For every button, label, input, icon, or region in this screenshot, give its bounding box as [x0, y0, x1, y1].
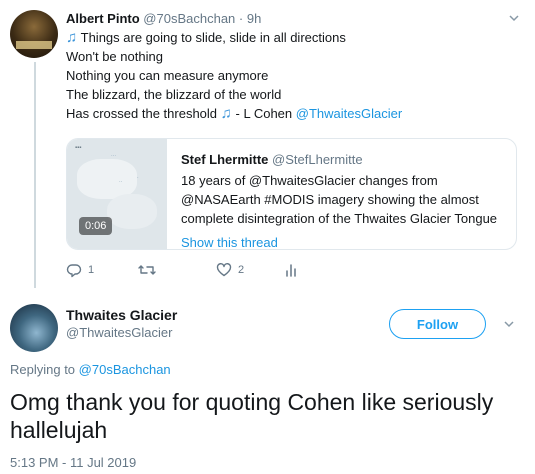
main-tweet-text: Omg thank you for quoting Cohen like ser… — [10, 389, 494, 443]
music-note-icon: ♫ — [220, 105, 232, 122]
lyric-line: Nothing you can measure anymore — [66, 68, 269, 83]
reply-button[interactable]: 1 — [66, 262, 94, 278]
chevron-down-icon[interactable] — [508, 12, 520, 27]
like-count: 2 — [238, 264, 245, 276]
follow-button[interactable]: Follow — [389, 309, 486, 339]
reply-count: 1 — [88, 264, 95, 276]
analytics-button[interactable] — [284, 262, 298, 278]
chevron-down-icon[interactable] — [503, 318, 515, 333]
quoted-tweet-text: 18 years of @ThwaitesGlacier changes fro… — [181, 173, 498, 226]
main-author-handle[interactable]: @ThwaitesGlacier — [66, 325, 172, 341]
avatar[interactable] — [10, 10, 58, 58]
parent-tweet-text: ♫ Things are going to slide, slide in al… — [66, 28, 506, 123]
video-duration-badge: 0:06 — [79, 217, 113, 235]
heart-icon — [216, 262, 232, 278]
music-note-icon: ♫ — [66, 29, 78, 46]
video-thumbnail[interactable]: ▪▪▪ ··· ·· · 0:06 — [67, 139, 167, 249]
lyric-line: Won't be nothing — [66, 49, 163, 64]
lyric-line: Things are going to slide, slide in all … — [80, 30, 346, 45]
thread-connector-line — [34, 62, 36, 288]
parent-author-name[interactable]: Albert Pinto — [66, 11, 140, 26]
replying-to: Replying to @70sBachchan — [10, 362, 171, 377]
quoted-tweet-card[interactable]: ▪▪▪ ··· ·· · 0:06 Stef Lhermitte @StefLh… — [66, 138, 517, 250]
mention-link[interactable]: @ThwaitesGlacier — [296, 106, 402, 121]
analytics-icon — [284, 262, 298, 278]
replying-prefix: Replying to — [10, 362, 76, 377]
parent-tweet-time[interactable]: · 9h — [239, 11, 261, 26]
quoted-author-handle: @StefLhermitte — [272, 152, 363, 167]
like-button[interactable]: 2 — [216, 262, 244, 278]
quoted-author-name: Stef Lhermitte — [181, 152, 269, 167]
reply-icon — [66, 262, 82, 278]
attribution: - L Cohen — [235, 106, 293, 121]
avatar[interactable] — [10, 304, 58, 352]
show-thread-link[interactable]: Show this thread — [181, 233, 511, 249]
main-author-name[interactable]: Thwaites Glacier — [66, 306, 177, 324]
tweet-timestamp[interactable]: 5:13 PM - 11 Jul 2019 — [10, 455, 136, 470]
lyric-line: Has crossed the threshold — [66, 106, 218, 121]
parent-author-handle[interactable]: @70sBachchan — [143, 11, 235, 26]
retweet-icon — [138, 262, 156, 278]
retweet-button[interactable] — [138, 262, 162, 278]
lyric-line: The blizzard, the blizzard of the world — [66, 87, 282, 102]
replying-to-handle-link[interactable]: @70sBachchan — [79, 362, 171, 377]
parent-tweet-header: Albert Pinto @70sBachchan · 9h — [66, 10, 261, 28]
